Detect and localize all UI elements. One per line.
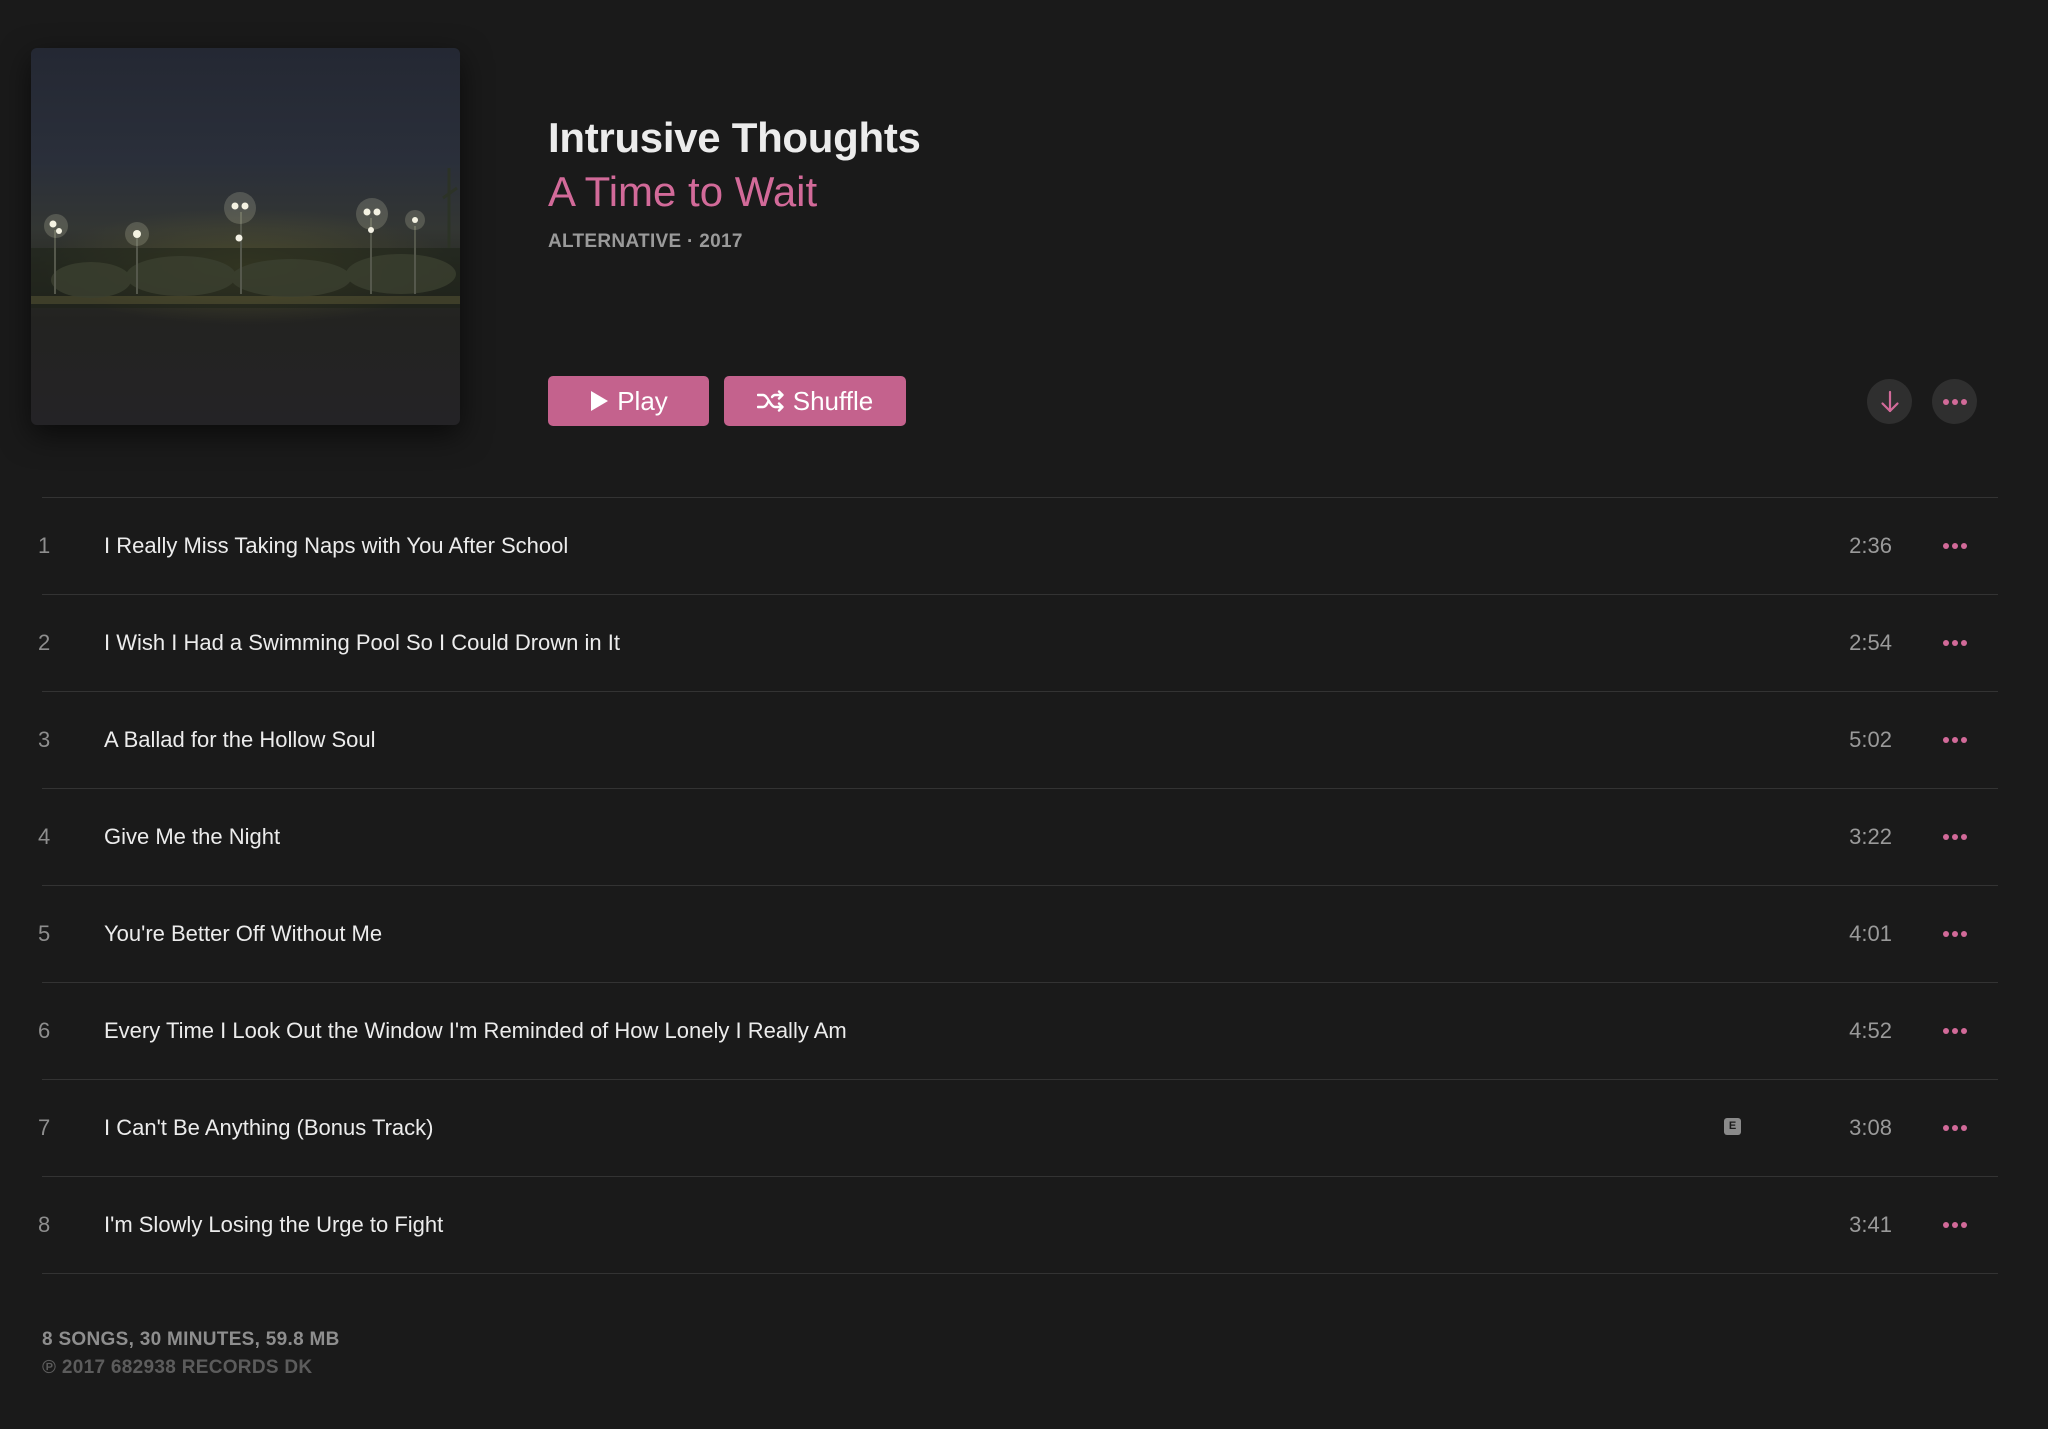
- track-row[interactable]: 3 A Ballad for the Hollow Soul 5:02: [38, 692, 1998, 789]
- track-number: 5: [38, 921, 51, 946]
- play-button[interactable]: Play: [548, 376, 709, 426]
- track-number: 3: [38, 727, 51, 752]
- play-button-label: Play: [617, 385, 668, 416]
- track-row[interactable]: 4 Give Me the Night 3:22: [38, 789, 1998, 886]
- more-ellipsis-icon: [1942, 398, 1967, 405]
- track-more-button[interactable]: [1938, 919, 1972, 949]
- track-more-button[interactable]: [1938, 725, 1972, 755]
- track-number: 6: [38, 1018, 51, 1043]
- track-number: 4: [38, 824, 51, 849]
- shuffle-button[interactable]: Shuffle: [724, 376, 906, 426]
- track-title: A Ballad for the Hollow Soul: [104, 727, 376, 752]
- track-title: Every Time I Look Out the Window I'm Rem…: [104, 1018, 847, 1043]
- track-title: I Really Miss Taking Naps with You After…: [104, 533, 569, 558]
- track-duration: 3:41: [1849, 1212, 1892, 1237]
- more-ellipsis-icon: [1943, 737, 1967, 743]
- track-duration: 4:01: [1849, 921, 1892, 946]
- download-arrow-icon: [1880, 390, 1899, 412]
- track-more-button[interactable]: [1938, 531, 1972, 561]
- track-number: 1: [38, 533, 51, 558]
- play-icon: [591, 391, 609, 411]
- track-duration: 4:52: [1849, 1018, 1892, 1043]
- more-ellipsis-icon: [1943, 1222, 1967, 1228]
- track-row[interactable]: 5 You're Better Off Without Me 4:01: [38, 886, 1998, 983]
- track-title: I Can't Be Anything (Bonus Track): [104, 1115, 434, 1140]
- album-summary: 8 SONGS, 30 MINUTES, 59.8 MB: [42, 1329, 340, 1350]
- track-more-button[interactable]: [1938, 822, 1972, 852]
- track-duration: 2:54: [1849, 630, 1892, 655]
- track-duration: 5:02: [1849, 727, 1892, 752]
- download-button[interactable]: [1867, 379, 1912, 424]
- more-ellipsis-icon: [1943, 1028, 1967, 1034]
- track-more-button[interactable]: [1938, 1210, 1972, 1240]
- track-row[interactable]: 6 Every Time I Look Out the Window I'm Re…: [38, 983, 1998, 1080]
- shuffle-button-label: Shuffle: [792, 385, 874, 416]
- track-list: 1 I Really Miss Taking Naps with You Afte…: [38, 497, 1998, 1274]
- track-number: 2: [38, 630, 51, 655]
- more-ellipsis-icon: [1943, 543, 1967, 549]
- track-title: You're Better Off Without Me: [104, 921, 383, 946]
- track-row[interactable]: 8 I'm Slowly Losing the Urge to Fight 3:41: [38, 1177, 1998, 1274]
- track-duration: 3:22: [1849, 824, 1892, 849]
- track-number: 8: [38, 1212, 51, 1237]
- track-title: I Wish I Had a Swimming Pool So I Could …: [104, 630, 620, 655]
- more-ellipsis-icon: [1943, 931, 1967, 937]
- album-page: Intrusive Thoughts A Time to Wait ALTERN…: [0, 0, 2048, 1429]
- more-ellipsis-icon: [1943, 834, 1967, 840]
- album-artist-link[interactable]: A Time to Wait: [548, 168, 817, 216]
- album-genre-year: ALTERNATIVE · 2017: [548, 231, 743, 252]
- track-number: 7: [38, 1115, 51, 1140]
- track-duration: 2:36: [1849, 533, 1892, 558]
- more-ellipsis-icon: [1943, 640, 1967, 646]
- shuffle-icon: [756, 390, 784, 412]
- track-row[interactable]: 1 I Really Miss Taking Naps with You Afte…: [38, 498, 1998, 595]
- album-copyright: ℗ 2017 682938 RECORDS DK: [42, 1357, 313, 1378]
- track-more-button[interactable]: [1938, 1113, 1972, 1143]
- track-more-button[interactable]: [1938, 1016, 1972, 1046]
- more-ellipsis-icon: [1943, 1125, 1967, 1131]
- track-row[interactable]: 7 I Can't Be Anything (Bonus Track) E 3:08: [38, 1080, 1998, 1177]
- album-more-button[interactable]: [1932, 379, 1977, 424]
- track-title: Give Me the Night: [104, 824, 281, 849]
- track-duration: 3:08: [1849, 1115, 1892, 1140]
- track-row[interactable]: 2 I Wish I Had a Swimming Pool So I Could…: [38, 595, 1998, 692]
- track-title: I'm Slowly Losing the Urge to Fight: [104, 1212, 444, 1237]
- album-title: Intrusive Thoughts: [548, 114, 921, 161]
- album-artwork[interactable]: [31, 48, 460, 425]
- album-artwork-image: [31, 168, 460, 308]
- track-more-button[interactable]: [1938, 628, 1972, 658]
- explicit-badge: E: [1724, 1118, 1741, 1135]
